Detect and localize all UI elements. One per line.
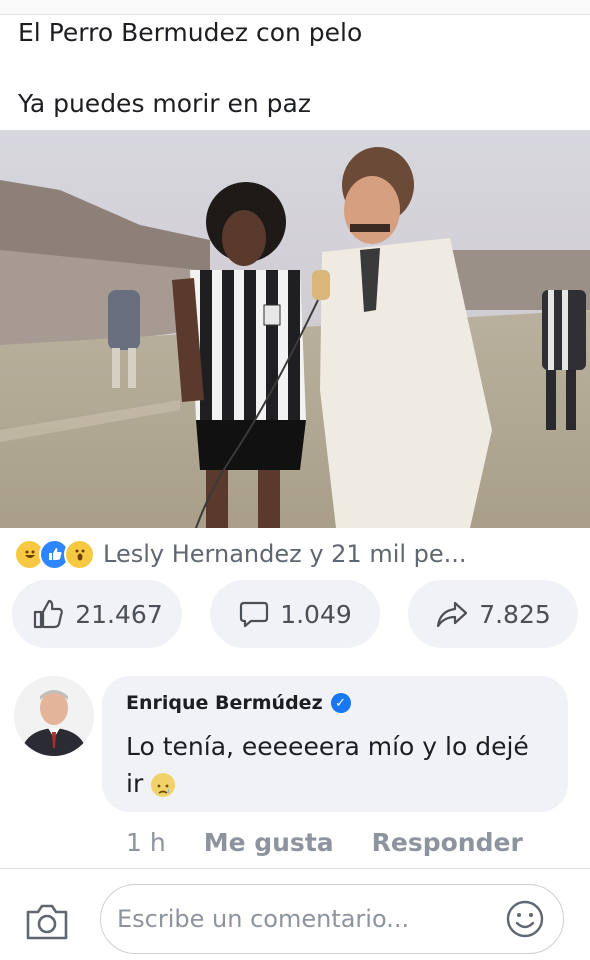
comment-timestamp: 1 h	[126, 828, 166, 857]
like-button[interactable]: 21.467	[12, 580, 182, 648]
comment-author-name[interactable]: Enrique Bermúdez	[126, 692, 323, 714]
comment-meta: 1 h Me gusta Responder	[126, 828, 561, 857]
emoji-picker-icon[interactable]	[505, 899, 545, 939]
comment-count: 1.049	[280, 599, 352, 629]
post-text-line-2: Ya puedes morir en paz	[18, 89, 311, 118]
composer-divider	[0, 868, 590, 869]
share-arrow-icon	[437, 601, 468, 628]
comment-input-placeholder: Escribe un comentario...	[117, 905, 410, 933]
share-button[interactable]: 7.825	[408, 580, 578, 648]
thumbs-up-icon	[34, 599, 64, 629]
wow-emoji-icon	[64, 538, 95, 570]
post-text-line-1: El Perro Bermudez con pelo	[18, 18, 363, 47]
comment-button[interactable]: 1.049	[210, 580, 380, 648]
reaction-summary-text[interactable]: Lesly Hernandez y 21 mil pe...	[103, 540, 467, 568]
post-photo[interactable]	[0, 130, 590, 528]
comment-reply-link[interactable]: Responder	[372, 828, 523, 857]
comment-input[interactable]: Escribe un comentario...	[100, 884, 564, 954]
camera-icon[interactable]	[24, 900, 70, 942]
verified-badge-icon: ✓	[330, 693, 351, 713]
sad-emoji-icon	[151, 773, 176, 797]
comment-bubble[interactable]: Enrique Bermúdez ✓ Lo tenía, eeeeeera mí…	[102, 676, 568, 812]
comment-author-row: Enrique Bermúdez ✓	[126, 692, 351, 714]
post-actions: 21.467 1.049 7.825	[12, 580, 578, 648]
like-count: 21.467	[75, 599, 163, 629]
comment-body: Lo tenía, eeeeeera mío y lo dejé ir	[126, 728, 546, 802]
comment-bubble-icon	[240, 601, 269, 628]
commenter-avatar[interactable]	[14, 676, 94, 756]
share-count: 7.825	[479, 599, 551, 629]
top-divider	[0, 0, 590, 15]
comment-text: Lo tenía, eeeeeera mío y lo dejé ir	[126, 732, 529, 798]
comment-like-link[interactable]: Me gusta	[204, 828, 334, 857]
reaction-summary[interactable]: Lesly Hernandez y 21 mil pe...	[14, 536, 467, 572]
